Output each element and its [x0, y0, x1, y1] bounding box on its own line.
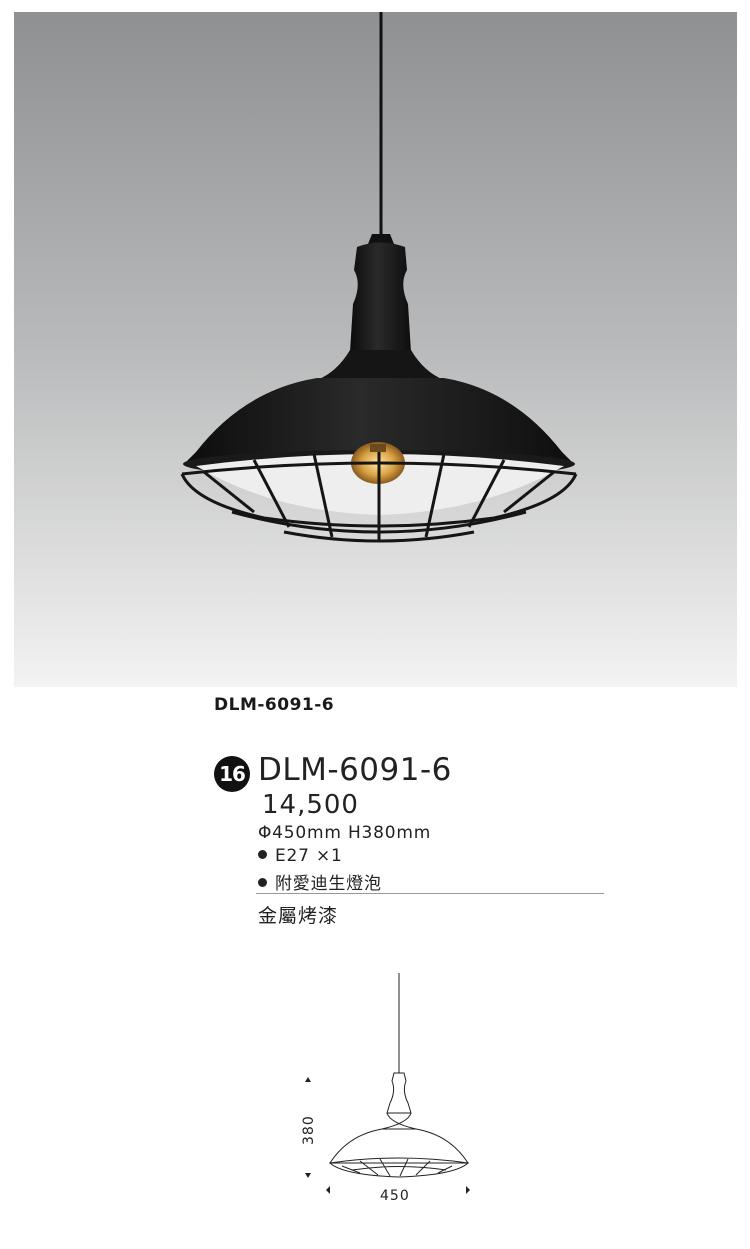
dimension-diagram: 380 450 — [290, 965, 490, 1205]
spec-dimensions: Φ450mm H380mm — [258, 823, 431, 843]
pendant-lamp-illustration — [14, 12, 737, 687]
divider — [256, 893, 604, 894]
bullet-icon — [258, 849, 267, 859]
dimensions-text: Φ450mm H380mm — [258, 823, 432, 843]
lamp-outline-drawing: 380 450 — [301, 973, 470, 1204]
caption-model-code: DLM-6091-6 — [214, 695, 335, 715]
product-photo — [14, 12, 737, 687]
item-number-badge: 16 — [214, 756, 250, 792]
bullet-icon — [258, 877, 267, 887]
product-model-title: DLM-6091-6 — [258, 752, 452, 788]
width-dimension-label: 450 — [380, 1188, 410, 1204]
height-dimension-label: 380 — [301, 1115, 317, 1145]
bulb-text: E27 ×1 — [275, 846, 343, 866]
included-text: 附愛迪生燈泡 — [275, 874, 382, 894]
finish-text: 金屬烤漆 — [258, 905, 339, 927]
spec-included: 附愛迪生燈泡 — [258, 869, 382, 894]
spec-bulb: E27 ×1 — [258, 846, 343, 866]
product-price: 14,500 — [262, 790, 359, 820]
